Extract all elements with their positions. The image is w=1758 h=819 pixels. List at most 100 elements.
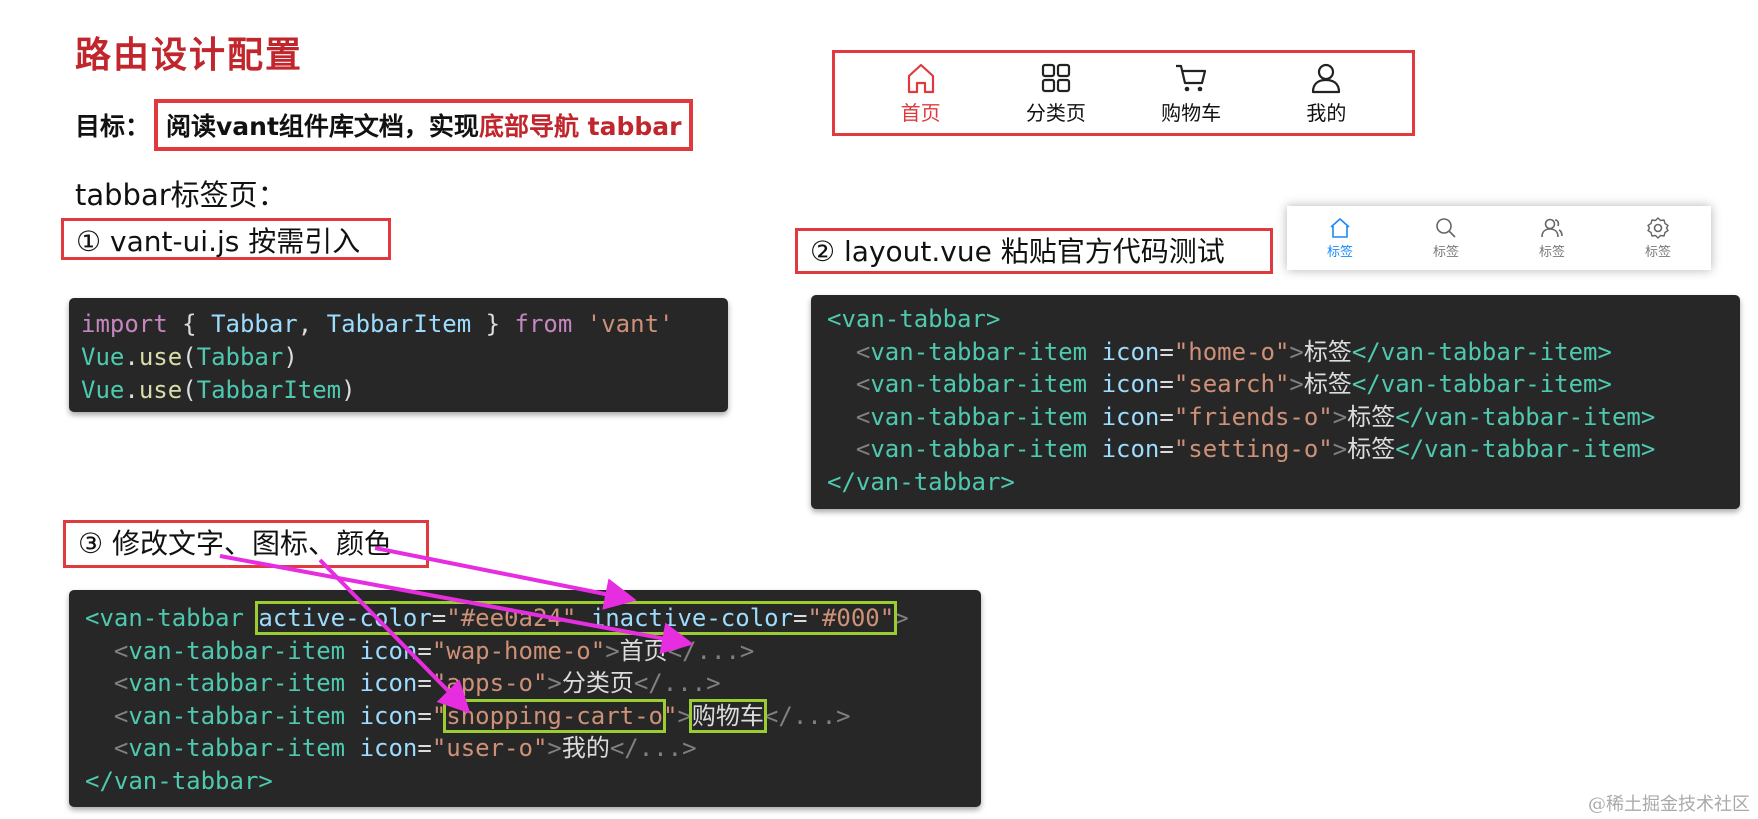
- demo-tab-friends[interactable]: 标签: [1512, 216, 1592, 260]
- code-line: <van-tabbar-item icon="setting-o">标签</va…: [855, 435, 1656, 463]
- code-string: 'vant': [586, 310, 674, 338]
- code-tag: van-tabbar-item: [128, 734, 346, 762]
- highlight-icon: shopping-cart-o: [443, 698, 667, 733]
- code-line: <van-tabbar-item icon="apps-o">分类页</...>: [113, 669, 721, 697]
- goal-prefix: 目标：: [75, 112, 151, 141]
- code-text: 标签: [1347, 402, 1396, 431]
- tab-category-label: 分类页: [1025, 100, 1086, 125]
- code-tag: van-tabbar-item: [870, 402, 1088, 431]
- home-icon: [1330, 218, 1350, 238]
- code-punct: <: [855, 435, 871, 463]
- goal-highlight: 底部导航 tabbar: [478, 112, 682, 141]
- shopping-cart-icon: [1176, 64, 1207, 91]
- goal-text: 阅读vant组件库文档，实现: [166, 112, 479, 141]
- code-attr: inactive-color: [590, 604, 794, 632]
- code-keyword: import: [81, 310, 168, 338]
- step-1-label: ① vant-ui.js 按需引入: [61, 218, 391, 260]
- search-icon: [1436, 218, 1456, 238]
- tabbar-preview-demo: 标签 标签 标签 标签: [1287, 206, 1711, 270]
- demo-tab-friends-label: 标签: [1538, 245, 1565, 260]
- demo-tab-search[interactable]: 标签: [1406, 216, 1486, 260]
- code-text: 标签: [1303, 337, 1352, 366]
- code-line: </van-tabbar>: [85, 765, 965, 798]
- code-punct: >: [547, 734, 562, 762]
- code-line: <van-tabbar>: [827, 303, 1724, 336]
- code-punct: >: [1289, 337, 1304, 366]
- code-line: <van-tabbar-item icon="search">标签</van-t…: [855, 370, 1612, 398]
- code-tag: van-tabbar-item: [128, 701, 346, 730]
- code-ident: Vue: [81, 343, 125, 371]
- code-line: Vue.use(TabbarItem): [81, 374, 716, 407]
- code-string: "#ee0a24": [446, 604, 577, 632]
- code-keyword: from: [514, 310, 573, 338]
- code-line: Vue.use(Tabbar): [81, 341, 716, 374]
- tab-cart[interactable]: 购物车: [1141, 61, 1241, 126]
- code-attr: icon: [1101, 370, 1160, 398]
- code-punct: >: [894, 604, 909, 632]
- highlight-colors: active-color="#ee0a24" inactive-color="#…: [255, 601, 898, 635]
- code-line: import { Tabbar, TabbarItem } from 'vant…: [81, 308, 716, 341]
- code-paren: (: [182, 376, 197, 404]
- code-tag: <van-tabbar: [85, 604, 244, 632]
- demo-tab-setting[interactable]: 标签: [1618, 216, 1698, 260]
- code-tag: <van-tabbar>: [827, 305, 1001, 333]
- code-punct: >: [677, 701, 692, 730]
- code-punct: .: [124, 376, 139, 404]
- code-tag: van-tabbar-item: [870, 337, 1088, 366]
- code-ident: Vue: [81, 376, 125, 404]
- tab-user-label: 我的: [1306, 100, 1347, 125]
- tab-user[interactable]: 我的: [1276, 61, 1376, 126]
- code-punct: {: [167, 310, 212, 338]
- code-tag: van-tabbar-item: [870, 435, 1088, 463]
- code-punct: <: [855, 402, 871, 431]
- watermark: @稀土掘金技术社区: [1588, 794, 1750, 815]
- code-attr: icon: [359, 669, 418, 697]
- code-string: "search": [1173, 370, 1290, 398]
- code-punct: </...>: [763, 701, 851, 730]
- code-ident: Tabbar: [196, 343, 284, 371]
- code-tag: van-tabbar-item: [870, 370, 1088, 398]
- code-string: "friends-o": [1173, 402, 1333, 431]
- code-punct: }: [471, 310, 515, 338]
- code-block-import: import { Tabbar, TabbarItem } from 'vant…: [69, 298, 728, 412]
- code-punct: </...>: [633, 669, 721, 697]
- code-punct: <: [113, 734, 129, 762]
- code-block-modified: <van-tabbar active-color="#ee0a24" inact…: [69, 590, 981, 807]
- tab-cart-label: 购物车: [1161, 100, 1222, 125]
- demo-tab-home[interactable]: 标签: [1300, 216, 1380, 260]
- code-tag: van-tabbar-item: [128, 636, 346, 665]
- code-text: 标签: [1347, 435, 1396, 463]
- demo-tab-setting-label: 标签: [1644, 245, 1671, 260]
- step-2-label: ② layout.vue 粘贴官方代码测试: [795, 228, 1273, 274]
- goal-line: 目标： 阅读vant组件库文档，实现底部导航 tabbar: [75, 99, 694, 151]
- friends-icon: [1541, 218, 1563, 238]
- code-tag: </van-tabbar>: [827, 467, 1015, 496]
- code-fn: use: [138, 343, 183, 371]
- code-text: 我的: [561, 734, 610, 762]
- code-string: "wap-home-o": [431, 636, 606, 665]
- code-punct: </...>: [609, 734, 697, 762]
- code-string: "setting-o": [1173, 435, 1333, 463]
- demo-tab-home-label: 标签: [1326, 245, 1353, 260]
- code-string: "user-o": [431, 734, 548, 762]
- user-icon: [1312, 63, 1341, 93]
- code-line: <van-tabbar active-color="#ee0a24" inact…: [85, 601, 965, 635]
- code-punct: <: [113, 701, 129, 730]
- code-ident: Tabbar: [211, 310, 298, 338]
- code-attr: icon: [1101, 402, 1160, 431]
- code-string: "apps-o": [431, 669, 548, 697]
- code-paren: ): [341, 376, 356, 404]
- step-3-label: ③ 修改文字、图标、颜色: [63, 520, 429, 568]
- tab-category[interactable]: 分类页: [1006, 61, 1106, 126]
- code-text: 首页: [619, 636, 668, 665]
- code-tag: van-tabbar-item: [128, 669, 346, 697]
- code-fn: use: [138, 376, 183, 404]
- code-line: </van-tabbar>: [827, 466, 1724, 499]
- code-text: 标签: [1303, 370, 1352, 398]
- tab-home[interactable]: 首页: [871, 61, 971, 126]
- code-paren: (: [182, 343, 197, 371]
- code-text: 分类页: [561, 669, 634, 697]
- code-line: <van-tabbar-item icon="wap-home-o">首页</.…: [113, 636, 755, 665]
- apps-icon: [1041, 63, 1070, 92]
